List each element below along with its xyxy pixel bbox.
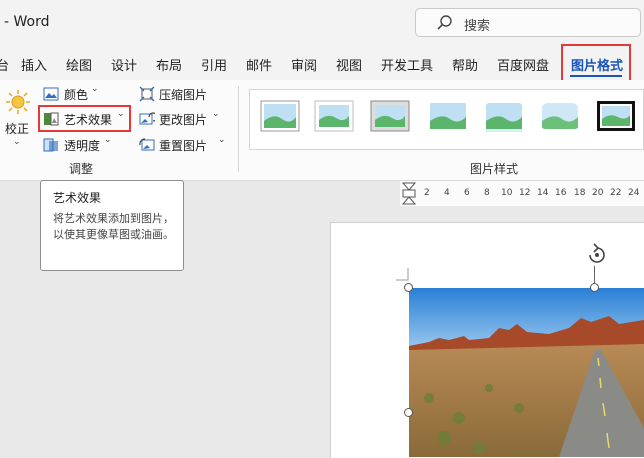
- picture-style-6-icon[interactable]: [540, 99, 580, 133]
- color-button[interactable]: 颜色: [64, 86, 88, 103]
- app-title: - Word: [4, 14, 50, 30]
- tab-view[interactable]: 视图: [336, 55, 362, 74]
- resize-handle-middle-left[interactable]: [404, 408, 413, 417]
- tab-picture-format[interactable]: 图片格式: [561, 44, 631, 84]
- tab-layout[interactable]: 布局: [156, 55, 182, 74]
- chevron-down-icon[interactable]: ⌄: [212, 109, 220, 119]
- picture-style-1-icon[interactable]: [260, 99, 300, 133]
- transparency-icon: [43, 138, 58, 152]
- tab-baidu[interactable]: 百度网盘: [497, 55, 549, 74]
- tab-mailings[interactable]: 邮件: [246, 55, 272, 74]
- search-placeholder: 搜索: [464, 19, 491, 34]
- sun-icon: [6, 90, 30, 114]
- group-adjust-label: 调整: [69, 162, 94, 176]
- ruler-number: 10: [501, 188, 513, 198]
- search-icon: [437, 15, 452, 30]
- picture-color-icon: [43, 87, 59, 101]
- reset-picture-button[interactable]: 重置图片: [159, 137, 207, 154]
- tooltip: 艺术效果 将艺术效果添加到图片，以使其更像草图或油画。: [40, 180, 184, 271]
- transparency-button[interactable]: 透明度: [64, 137, 100, 154]
- picture-style-4-icon[interactable]: [428, 99, 468, 133]
- ruler-number: 2: [424, 188, 430, 198]
- active-tab-underline: [570, 75, 622, 77]
- tooltip-body: 将艺术效果添加到图片，以使其更像草图或油画。: [53, 212, 174, 241]
- chevron-down-icon[interactable]: ⌄: [218, 135, 226, 145]
- resize-handle-top-center[interactable]: [590, 283, 599, 292]
- ruler-number: 12: [519, 188, 531, 198]
- resize-handle-top-left[interactable]: [404, 283, 413, 292]
- tab-picture-format-label: 图片格式: [571, 59, 624, 74]
- ruler-number: 22: [610, 188, 622, 198]
- reset-picture-icon: [139, 138, 155, 151]
- group-picture-styles-label: 图片样式: [470, 162, 519, 176]
- ruler-number: 6: [464, 188, 470, 198]
- tab-review[interactable]: 审阅: [291, 55, 317, 74]
- change-picture-button[interactable]: 更改图片: [159, 111, 207, 128]
- tab-design[interactable]: 设计: [111, 55, 137, 74]
- artistic-effects-highlight: [38, 105, 131, 132]
- selected-picture[interactable]: [409, 288, 644, 457]
- ruler-number: 8: [484, 188, 490, 198]
- ruler-number: 4: [444, 188, 450, 198]
- tab-developer[interactable]: 开发工具: [381, 55, 433, 74]
- tab-start[interactable]: 台: [0, 55, 9, 74]
- ruler-number: 16: [555, 188, 567, 198]
- tooltip-title: 艺术效果: [53, 191, 102, 205]
- chevron-down-icon[interactable]: ⌄: [104, 135, 112, 145]
- correct-button[interactable]: 校正: [5, 120, 29, 137]
- picture-style-5-icon[interactable]: [484, 99, 524, 133]
- ruler-number: 24: [628, 188, 640, 198]
- picture-styles-gallery: [249, 89, 644, 150]
- tab-help[interactable]: 帮助: [452, 55, 478, 74]
- chevron-down-icon[interactable]: ⌄: [13, 137, 21, 147]
- tab-references[interactable]: 引用: [201, 55, 227, 74]
- ruler-number: 20: [592, 188, 604, 198]
- group-separator: [238, 86, 239, 172]
- ruler-numbers: 2 4 6 8 10 12 14 16 18 20 22 24: [400, 181, 644, 206]
- picture-style-2-icon[interactable]: [314, 99, 354, 133]
- picture-style-3-icon[interactable]: [370, 99, 410, 133]
- rotate-handle-icon[interactable]: [584, 242, 610, 268]
- title-bar: - Word 搜索: [0, 0, 644, 46]
- change-picture-icon: [139, 112, 155, 125]
- chevron-down-icon[interactable]: ⌄: [91, 84, 99, 94]
- compress-pictures-icon: [139, 86, 155, 102]
- tab-draw[interactable]: 绘图: [66, 55, 92, 74]
- compress-pictures-button[interactable]: 压缩图片: [159, 86, 207, 103]
- ruler-number: 18: [574, 188, 586, 198]
- picture-style-7-icon[interactable]: [596, 99, 636, 133]
- ruler-number: 14: [537, 188, 549, 198]
- search-box[interactable]: 搜索: [415, 8, 641, 37]
- ribbon-tabs: 台 插入 绘图 设计 布局 引用 邮件 审阅 视图 开发工具 帮助 百度网盘: [0, 46, 644, 80]
- tab-insert[interactable]: 插入: [21, 55, 47, 74]
